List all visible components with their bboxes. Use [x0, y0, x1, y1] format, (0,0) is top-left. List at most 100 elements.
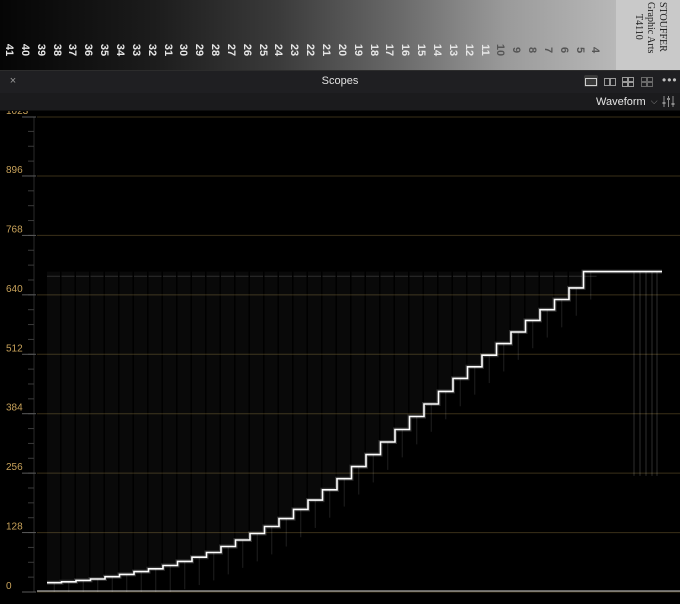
ghost-spread [497, 272, 510, 344]
ghost-spread [424, 272, 437, 404]
wedge-step-number: 10 [494, 43, 507, 57]
ghost-spread [569, 272, 582, 288]
wedge-step-number: 19 [351, 43, 364, 57]
waveform-canvas: 1023 896 768 640 512 384 256 128 0 [6, 111, 680, 593]
wedge-step-number: 37 [66, 43, 79, 57]
ghost-spread [511, 272, 524, 332]
wedge-step-number: 7 [541, 46, 554, 54]
ghost-spread [468, 272, 481, 367]
ghost-spread [410, 272, 423, 417]
ghost-spread [91, 272, 104, 579]
ghost-spread [294, 272, 307, 510]
ghost-spread [308, 272, 321, 500]
ghost-spread [250, 272, 263, 534]
ghost-spread [279, 272, 292, 519]
wedge-step-number: 41 [3, 43, 15, 57]
wedge-step-number: 9 [510, 46, 523, 54]
wedge-step-number: 8 [526, 46, 539, 54]
wedge-step-number: 27 [224, 43, 237, 57]
wedge-step-number: 22 [304, 43, 317, 57]
wedge-step-number: 33 [129, 43, 142, 57]
ghost-spread [453, 272, 466, 379]
ghost-spread [105, 272, 118, 577]
quad-view-icon [622, 77, 634, 87]
wedge-step-number: 24 [272, 43, 285, 57]
ghost-spread [337, 272, 350, 479]
step-wedge: 41 40 39 38 37 36 35 34 33 32 31 30 29 28 27 26 25 24 23 22… [0, 0, 680, 70]
wedge-step-number: 40 [18, 43, 31, 57]
ghost-spread [236, 272, 249, 540]
more-options-button[interactable]: ••• [662, 73, 678, 87]
wedge-step-number: 28 [209, 43, 222, 57]
single-view-button[interactable] [584, 75, 598, 87]
wedge-step-numbers: 41 40 39 38 37 36 35 34 33 32 31 30 29 28 27 26 25 24 23 22… [0, 0, 616, 70]
ghost-spread [47, 272, 60, 583]
y-axis-label: 1023 [6, 111, 29, 117]
y-axis-label: 896 [6, 165, 23, 176]
wedge-step-number: 26 [240, 43, 253, 57]
ghost-spread [221, 272, 234, 547]
wedge-brand-line: Graphic Arts [645, 2, 656, 54]
wedge-step-number: 32 [145, 43, 158, 57]
scope-toolbar: Waveform ⌵ [0, 93, 680, 111]
sliders-icon [662, 96, 675, 107]
wedge-step-number: 21 [320, 43, 332, 57]
y-axis-label: 512 [6, 343, 23, 354]
ghost-spread [323, 272, 336, 490]
y-axis-label: 256 [6, 462, 23, 473]
ghost-spread [439, 272, 452, 392]
ghost-spread [381, 272, 394, 442]
y-axis-label: 128 [6, 522, 23, 533]
scope-mode-label: Waveform [596, 95, 646, 108]
chevron-down-icon: ⌵ [650, 96, 658, 106]
wedge-brand-panel: STOUFFER Graphic Arts T4110 [616, 0, 680, 70]
scope-mode-dropdown[interactable]: Waveform ⌵ [596, 94, 658, 109]
ghost-spread [207, 272, 220, 553]
y-axis-label: 768 [6, 224, 23, 235]
wedge-step-number: 20 [335, 43, 348, 57]
ghost-spread [163, 272, 176, 566]
ghost-spread [192, 272, 205, 558]
scopes-header: × Scopes ••• [0, 70, 680, 94]
wedge-step-number: 14 [430, 43, 443, 57]
wedge-step-number: 31 [161, 43, 174, 57]
wedge-step-number: 5 [573, 46, 586, 54]
wedge-brand-line: STOUFFER [657, 2, 668, 52]
wedge-step-number: 38 [50, 43, 63, 57]
panel-title: Scopes [321, 75, 359, 87]
wedge-step-number: 30 [177, 43, 190, 57]
ghost-spread [482, 272, 495, 356]
wedge-step-number: 35 [98, 43, 111, 57]
ghost-spread [134, 272, 147, 572]
wedge-step-number: 17 [383, 43, 396, 57]
wedge-step-number: 13 [446, 43, 459, 57]
y-axis-label: 640 [6, 284, 23, 295]
quad-view-button[interactable] [621, 75, 635, 87]
ghost-spread [540, 272, 553, 310]
quad-alt-view-icon [641, 77, 653, 87]
single-view-icon [585, 78, 597, 86]
ghost-spread [178, 272, 191, 562]
ghost-spread [76, 272, 89, 581]
scope-settings-button[interactable] [661, 94, 676, 109]
wedge-step-number: 29 [193, 43, 206, 57]
wedge-step-number: 6 [557, 46, 570, 54]
wedge-step-number: 11 [478, 44, 491, 56]
ghost-spread [62, 272, 75, 582]
y-axis-label: 0 [6, 581, 12, 592]
dual-view-button[interactable] [603, 75, 617, 87]
quad-alt-view-button[interactable] [640, 75, 654, 87]
wedge-step-number: 12 [462, 43, 475, 57]
wedge-step-number: 18 [367, 43, 380, 57]
ghost-spread [395, 272, 408, 430]
wedge-step-number: 34 [113, 43, 126, 57]
waveform-scope[interactable]: 1023 896 768 640 512 384 256 128 0 [0, 111, 680, 604]
wedge-step-number: 23 [288, 43, 301, 57]
ghost-spread [149, 272, 162, 569]
ghost-spread [120, 272, 133, 575]
y-axis-label: 384 [6, 403, 23, 414]
wedge-brand-line: T4110 [633, 14, 644, 40]
wedge-step-number: 15 [415, 43, 428, 57]
ghost-spread [526, 272, 539, 321]
ghost-spread [265, 272, 278, 527]
